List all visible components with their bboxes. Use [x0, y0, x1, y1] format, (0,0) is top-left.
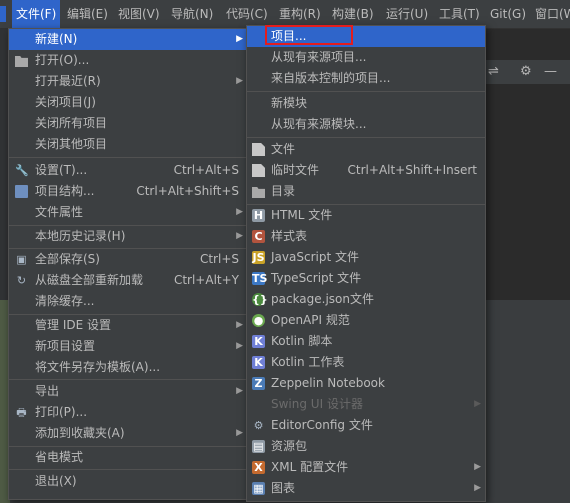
- scratch-file-icon: [252, 164, 265, 177]
- file-menu-new-project-settings[interactable]: 新项目设置 ▶: [9, 336, 247, 357]
- file-menu-settings[interactable]: 🔧 设置(T)... Ctrl+Alt+S: [9, 160, 247, 181]
- new-openapi-spec[interactable]: ● OpenAPI 规范: [247, 310, 485, 331]
- printer-icon: 🖶: [16, 406, 27, 419]
- menu-refactor[interactable]: 重构(R): [275, 0, 325, 28]
- menu-separator: [9, 157, 247, 158]
- new-kotlin-worksheet[interactable]: K Kotlin 工作表: [247, 352, 485, 373]
- new-package-json[interactable]: {} package.json文件: [247, 289, 485, 310]
- file-menu-project-structure[interactable]: 项目结构... Ctrl+Alt+Shift+S: [9, 181, 247, 202]
- chevron-right-icon: ▶: [236, 341, 243, 351]
- menu-view[interactable]: 视图(V): [114, 0, 164, 28]
- chevron-right-icon: ▶: [236, 207, 243, 217]
- menu-separator: [247, 137, 485, 138]
- menu-git[interactable]: Git(G): [486, 0, 530, 28]
- folder-open-icon: [15, 55, 28, 67]
- new-swing-ui-designer: Swing UI 设计器 ▶: [247, 394, 485, 415]
- file-menu-local-history[interactable]: 本地历史记录(H) ▶: [9, 226, 247, 247]
- menu-build[interactable]: 构建(B): [328, 0, 378, 28]
- menu-code[interactable]: 代码(C): [222, 0, 272, 28]
- new-stylesheet[interactable]: C 样式表: [247, 226, 485, 247]
- menu-navigate[interactable]: 导航(N): [167, 0, 217, 28]
- menu-edit[interactable]: 编辑(E): [63, 0, 112, 28]
- chevron-right-icon: ▶: [236, 320, 243, 330]
- new-project[interactable]: 项目...: [247, 26, 485, 47]
- chevron-right-icon: ▶: [236, 34, 243, 44]
- new-kotlin-script[interactable]: K Kotlin 脚本: [247, 331, 485, 352]
- new-typescript-file[interactable]: TS TypeScript 文件: [247, 268, 485, 289]
- save-icon: ▣: [16, 253, 27, 266]
- menu-separator: [9, 469, 247, 470]
- app-icon: [0, 6, 6, 22]
- file-menu-reload-all[interactable]: ↻ 从磁盘全部重新加载 Ctrl+Alt+Y: [9, 270, 247, 291]
- chevron-right-icon: ▶: [236, 428, 243, 438]
- new-submenu: 项目... 从现有来源项目... 来自版本控制的项目... 新模块 从现有来源模…: [246, 25, 486, 502]
- menu-run[interactable]: 运行(U): [382, 0, 432, 28]
- menu-tools[interactable]: 工具(T): [435, 0, 484, 28]
- file-menu-save-as-template[interactable]: 将文件另存为模板(A)...: [9, 357, 247, 378]
- new-module[interactable]: 新模块: [247, 93, 485, 114]
- file-menu-add-to-favorites[interactable]: 添加到收藏夹(A) ▶: [9, 423, 247, 444]
- file-menu-close-other-projects[interactable]: 关闭其他项目: [9, 134, 247, 155]
- openapi-icon: ●: [252, 314, 265, 327]
- chevron-right-icon: ▶: [474, 483, 481, 493]
- file-menu-invalidate-caches[interactable]: 清除缓存...: [9, 291, 247, 312]
- chevron-right-icon: ▶: [474, 462, 481, 472]
- file-menu-print[interactable]: 🖶 打印(P)...: [9, 402, 247, 423]
- file-menu-power-save-mode[interactable]: 省电模式: [9, 447, 247, 468]
- new-directory[interactable]: 目录: [247, 181, 485, 202]
- html-file-icon: H: [252, 209, 265, 222]
- kotlin-worksheet-icon: K: [252, 356, 265, 369]
- new-editorconfig-file[interactable]: ⚙ EditorConfig 文件: [247, 415, 485, 436]
- file-menu-open[interactable]: 打开(O)...: [9, 50, 247, 71]
- file-menu-close-all-projects[interactable]: 关闭所有项目: [9, 113, 247, 134]
- chevron-right-icon: ▶: [236, 76, 243, 86]
- new-file[interactable]: 文件: [247, 139, 485, 160]
- new-scratch-file[interactable]: 临时文件 Ctrl+Alt+Shift+Insert: [247, 160, 485, 181]
- menu-separator: [247, 91, 485, 92]
- chevron-right-icon: ▶: [236, 231, 243, 241]
- file-menu-manage-ide-settings[interactable]: 管理 IDE 设置 ▶: [9, 315, 247, 336]
- file-menu-save-all[interactable]: ▣ 全部保存(S) Ctrl+S: [9, 249, 247, 270]
- typescript-file-icon: TS: [252, 272, 268, 285]
- collapse-icon[interactable]: ⇌: [488, 60, 499, 84]
- new-html-file[interactable]: H HTML 文件: [247, 205, 485, 226]
- new-xml-config-file[interactable]: X XML 配置文件 ▶: [247, 457, 485, 478]
- new-diagram[interactable]: ▦ 图表 ▶: [247, 478, 485, 499]
- file-menu-export[interactable]: 导出 ▶: [9, 381, 247, 402]
- new-module-from-existing[interactable]: 从现有来源模块...: [247, 114, 485, 135]
- menu-separator: [9, 379, 247, 380]
- project-structure-icon: [15, 185, 28, 198]
- chevron-right-icon: ▶: [236, 386, 243, 396]
- xml-file-icon: X: [252, 461, 265, 474]
- zeppelin-icon: Z: [252, 377, 265, 390]
- reload-icon: ↻: [16, 274, 27, 287]
- diagram-icon: ▦: [252, 482, 265, 495]
- javascript-file-icon: JS: [252, 251, 265, 264]
- editor-toolbar: ⇌ ⚙ —: [486, 60, 570, 84]
- file-menu-new[interactable]: 新建(N) ▶: [9, 29, 247, 50]
- new-resource-bundle[interactable]: ▤ 资源包: [247, 436, 485, 457]
- new-project-from-existing[interactable]: 从现有来源项目...: [247, 47, 485, 68]
- menu-window[interactable]: 窗口(W: [531, 0, 570, 28]
- chevron-right-icon: ▶: [474, 399, 481, 409]
- file-menu-open-recent[interactable]: 打开最近(R) ▶: [9, 71, 247, 92]
- file-menu: 新建(N) ▶ 打开(O)... 打开最近(R) ▶ 关闭项目(J) 关闭所有项…: [8, 28, 248, 500]
- editorconfig-icon: ⚙: [253, 419, 264, 432]
- new-javascript-file[interactable]: JS JavaScript 文件: [247, 247, 485, 268]
- gear-icon[interactable]: ⚙: [520, 60, 532, 84]
- minimize-icon[interactable]: —: [544, 60, 557, 84]
- wrench-icon: 🔧: [15, 164, 29, 177]
- kotlin-script-icon: K: [252, 335, 265, 348]
- folder-icon: [252, 186, 265, 198]
- css-file-icon: C: [252, 230, 265, 243]
- file-menu-file-properties[interactable]: 文件属性 ▶: [9, 202, 247, 223]
- file-menu-close-project[interactable]: 关闭项目(J): [9, 92, 247, 113]
- resource-bundle-icon: ▤: [252, 440, 265, 453]
- new-project-from-vcs[interactable]: 来自版本控制的项目...: [247, 68, 485, 89]
- file-icon: [252, 143, 265, 156]
- new-zeppelin-notebook[interactable]: Z Zeppelin Notebook: [247, 373, 485, 394]
- menu-file[interactable]: 文件(F): [12, 0, 61, 28]
- package-json-icon: {}: [252, 293, 268, 306]
- file-menu-exit[interactable]: 退出(X): [9, 471, 247, 492]
